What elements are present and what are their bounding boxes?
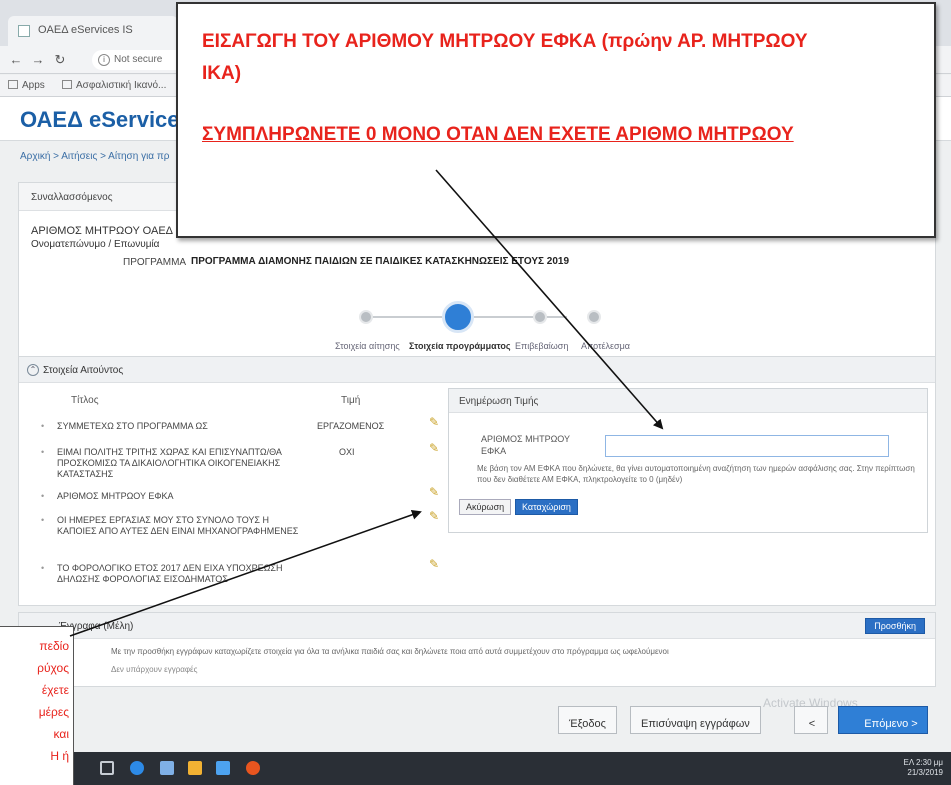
mail-icon[interactable] — [216, 761, 230, 775]
bullet: • — [41, 491, 45, 501]
step-dot-2 — [442, 301, 474, 333]
windows-taskbar: ΕΛ 2:30 μμ 21/3/2019 — [0, 752, 951, 785]
documents-section: Έγγραφα (Μέλη) Προσθήκη Με την προσθήκη … — [18, 612, 936, 687]
bookmark-item[interactable]: Ασφαλιστική Ικανό... — [62, 80, 166, 91]
documents-title: Έγγραφα (Μέλη) — [19, 613, 935, 639]
help-text: Με βάση τον ΑΜ ΕΦΚΑ που δηλώνετε, θα γίν… — [477, 464, 915, 484]
info-icon: i — [98, 54, 110, 66]
step-label-2: Στοιχεία προγράμματος — [409, 341, 511, 351]
system-tray[interactable]: ΕΛ 2:30 μμ 21/3/2019 — [904, 758, 944, 778]
next-button[interactable]: Επόμενο > — [838, 706, 928, 734]
apps-icon — [8, 80, 18, 89]
step-dot-4 — [587, 310, 601, 324]
details-header[interactable]: ⌃ Στοιχεία Αιτούντος — [19, 357, 935, 383]
add-button[interactable]: Προσθήκη — [865, 618, 925, 634]
step-dot-1 — [359, 310, 373, 324]
documents-empty: Δεν υπάρχουν εγγραφές — [111, 665, 198, 674]
browser-tab[interactable]: OAEΔ eServices IS — [8, 16, 178, 46]
edit-title: Ενημέρωση Τιμής — [449, 389, 927, 413]
tab-title: OAEΔ eServices IS — [38, 24, 133, 36]
step-label-4: Αποτέλεσμα — [581, 341, 630, 351]
action-bar: Activate Windows Έξοδος Επισύναψη εγγράφ… — [18, 696, 936, 742]
row-value: ΟΧΙ — [339, 447, 355, 457]
annotation-text: ΕΙΣΑΓΩΓΗ ΤΟΥ ΑΡΙΘΜΟΥ ΜΗΤΡΩΟΥ ΕΦΚΑ (πρώην… — [202, 31, 808, 84]
exit-button[interactable]: Έξοδος — [558, 706, 617, 734]
edit-value-box: Ενημέρωση Τιμής ΑΡΙΘΜΟΣ ΜΗΤΡΩΟΥ ΕΦΚΑ Με … — [448, 388, 928, 533]
bookmark-apps[interactable]: Apps — [8, 80, 45, 91]
step-dot-3 — [533, 310, 547, 324]
col-title-header: Τίτλος — [71, 395, 99, 406]
step-label-3: Επιβεβαίωση — [515, 341, 569, 351]
bullet: • — [41, 515, 45, 525]
chrome-icon[interactable] — [246, 761, 260, 775]
bullet: • — [41, 563, 45, 573]
screenshot: OAEΔ eServices IS ← → ↻ i Not secure App… — [0, 0, 951, 785]
annotation-warning: ΣΥΜΠΛΗΡΩΝΕΤΕ 0 ΜΟΝΟ ΟΤΑΝ ΔΕΝ ΕΧΕΤΕ ΑΡΙΘΜ… — [202, 124, 794, 145]
edit-pencil-icon[interactable]: ✎ — [429, 485, 443, 499]
annotation-callout: ΕΙΣΑΓΩΓΗ ΤΟΥ ΑΡΙΘΜΟΥ ΜΗΤΡΩΟΥ ΕΦΚΑ (πρώην… — [176, 2, 936, 238]
bullet: • — [41, 447, 45, 457]
row-value: ΕΡΓΑΖΟΜΕΝΟΣ — [317, 421, 385, 431]
back-button[interactable]: < — [794, 706, 828, 734]
edit-pencil-icon[interactable]: ✎ — [429, 441, 443, 455]
store-icon[interactable] — [160, 761, 174, 775]
cancel-button[interactable]: Ακύρωση — [459, 499, 512, 515]
brand-logo[interactable]: ΟΑΕΔ eServices — [20, 107, 192, 133]
save-button[interactable]: Καταχώριση — [515, 499, 578, 515]
breadcrumb[interactable]: Αρχική > Αιτήσεις > Αίτηση για πρ — [20, 151, 169, 162]
edge-icon[interactable] — [130, 761, 144, 775]
attach-documents-button[interactable]: Επισύναψη εγγράφων — [630, 706, 761, 734]
efka-number-input[interactable] — [605, 435, 889, 457]
reload-icon[interactable]: ↻ — [52, 52, 68, 68]
folder-icon[interactable] — [188, 761, 202, 775]
progress-stepper: Στοιχεία αίτησης Στοιχεία προγράμματος Ε… — [319, 301, 639, 361]
details-title: Στοιχεία Αιτούντος — [43, 365, 124, 376]
task-view-icon[interactable] — [100, 761, 114, 775]
program-value: ΠΡΟΓΡΑΜΜΑ ΔΙΑΜΟΝΗΣ ΠΑΙΔΙΩΝ ΣΕ ΠΑΙΔΙΚΕΣ Κ… — [191, 256, 570, 267]
edit-pencil-icon[interactable]: ✎ — [429, 415, 443, 429]
lang-indicator: ΕΛ — [903, 758, 914, 767]
documents-help: Με την προσθήκη εγγράφων καταχωρίζετε στ… — [111, 647, 669, 656]
name-label: Ονοματεπώνυμο / Επωνυμία — [31, 239, 160, 250]
clock-date: 21/3/2019 — [907, 768, 943, 777]
edit-pencil-icon[interactable]: ✎ — [429, 557, 443, 571]
forward-arrow-icon[interactable]: → — [30, 52, 46, 68]
program-label: ΠΡΟΓΡΑΜΜΑ — [123, 257, 187, 268]
step-label-1: Στοιχεία αίτησης — [335, 341, 400, 351]
col-value-header: Τιμή — [341, 395, 361, 406]
back-arrow-icon[interactable]: ← — [8, 52, 24, 68]
favicon-icon — [18, 25, 30, 37]
bullet: • — [41, 421, 45, 431]
efka-field-label: ΑΡΙΘΜΟΣ ΜΗΤΡΩΟΥ ΕΦΚΑ — [481, 434, 570, 456]
page-icon — [62, 80, 72, 89]
edit-pencil-icon[interactable]: ✎ — [429, 509, 443, 523]
clock-time: 2:30 μμ — [915, 758, 943, 767]
am-label: ΑΡΙΘΜΟΣ ΜΗΤΡΩΟΥ ΟΑΕΔ — [31, 225, 174, 237]
side-annotation: πεδίο ρύχος έχετε μέρες και Η ή — [0, 626, 74, 785]
url-text: Not secure — [114, 54, 163, 65]
collapse-icon[interactable]: ⌃ — [27, 364, 39, 376]
